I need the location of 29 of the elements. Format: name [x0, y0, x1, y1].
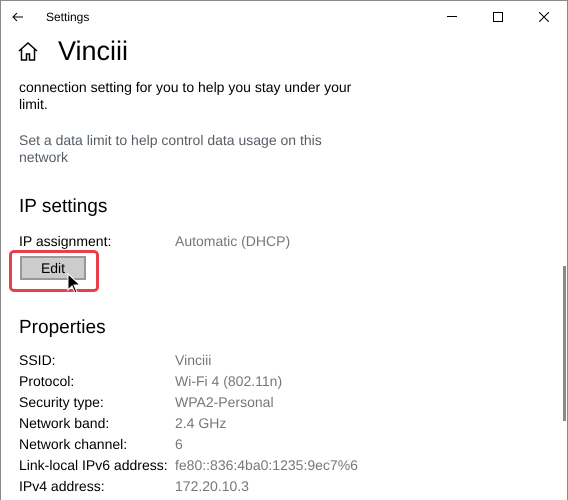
property-label: Link-local IPv6 address: [19, 456, 169, 472]
window-title: Settings [46, 10, 90, 24]
property-value: WPA2-Personal [175, 394, 274, 410]
data-limit-description: connection setting for you to help you stay under your limit. [19, 79, 352, 113]
home-icon[interactable] [18, 42, 38, 60]
back-arrow-icon[interactable] [12, 12, 24, 22]
maximize-icon[interactable] [493, 12, 503, 22]
section-heading: IP settings [19, 196, 108, 218]
scrollbar-thumb[interactable] [563, 266, 566, 421]
property-value: Vinciii [175, 352, 212, 368]
section-heading: Properties [19, 317, 107, 339]
property-label: Network channel: [19, 436, 128, 452]
close-icon[interactable] [539, 12, 549, 22]
ip-assignment-label: IP assignment: [19, 233, 112, 249]
property-value: fe80::836:4ba0:1235:9ec7%6 [175, 456, 358, 472]
property-label: SSID: [19, 352, 57, 368]
property-value: 6 [175, 436, 183, 452]
ip-assignment-value: Automatic (DHCP) [175, 233, 290, 249]
mouse-pointer-icon [67, 273, 81, 294]
data-limit-link[interactable]: Set a data limit to help control data usage on this network [19, 132, 329, 166]
property-value: 172.20.10.3 [175, 478, 249, 494]
edit-button[interactable]: Edit [20, 256, 86, 280]
property-value: Wi-Fi 4 (802.11n) [175, 372, 282, 388]
property-label: Network band: [19, 414, 110, 430]
property-value: 2.4 GHz [175, 414, 226, 430]
property-label: IPv4 address: [19, 478, 106, 494]
page-title: Vinciii [58, 36, 128, 66]
property-label: Security type: [19, 394, 105, 410]
property-label: Protocol: [19, 372, 76, 388]
